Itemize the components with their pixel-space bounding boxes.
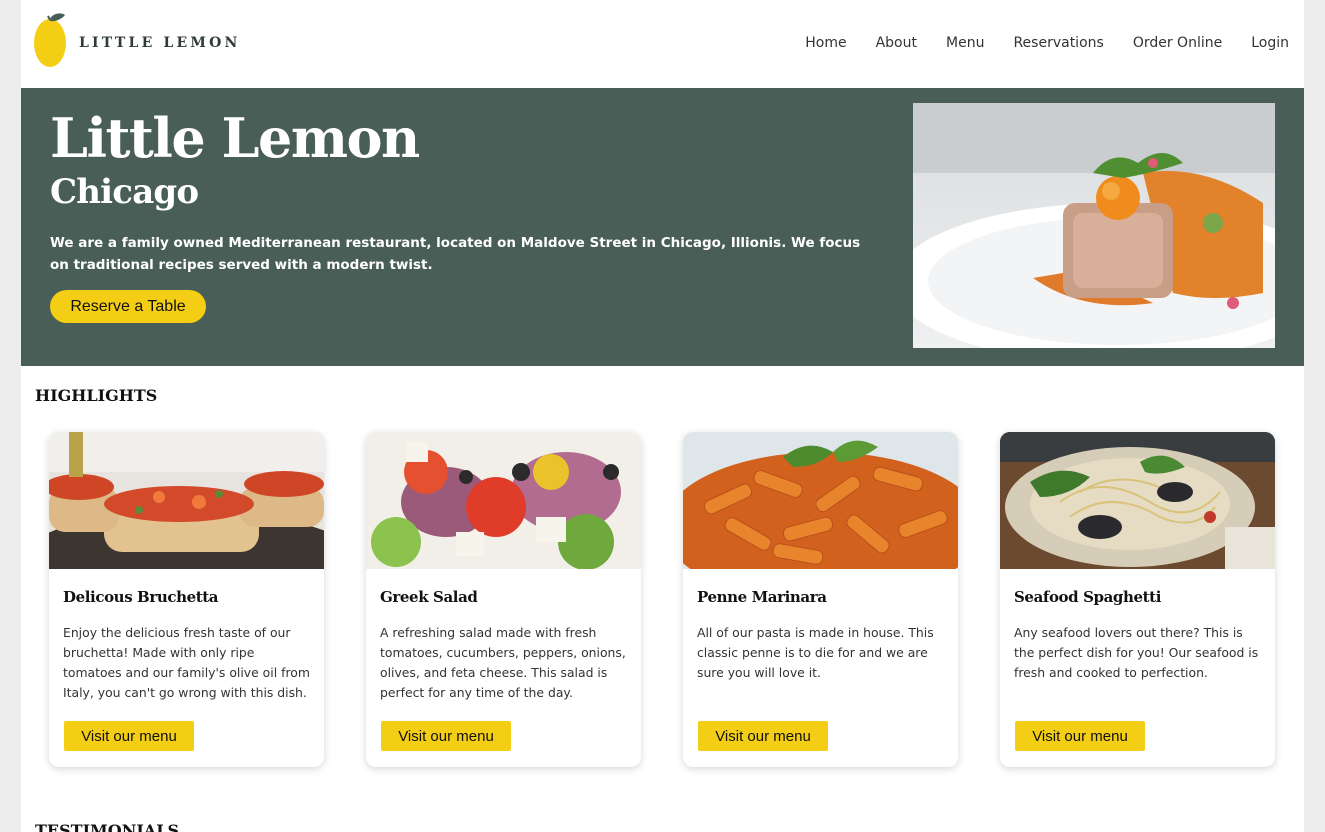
card-title: Penne Marinara <box>697 588 827 606</box>
card-description: A refreshing salad made with fresh tomat… <box>380 625 626 700</box>
hero-subtitle: Chicago <box>50 172 199 212</box>
bruschetta-image <box>49 432 324 569</box>
greek-salad-image <box>366 432 641 569</box>
card-description: All of our pasta is made in house. This … <box>697 625 934 680</box>
nav-reservations[interactable]: Reservations <box>1013 35 1103 51</box>
page: LITTLE LEMON Home About Menu Reservation… <box>21 0 1304 832</box>
card-title: Greek Salad <box>380 588 478 606</box>
lemon-icon <box>34 13 66 67</box>
visit-menu-button[interactable]: Visit our menu <box>64 721 194 751</box>
card-description: Any seafood lovers out there? This is th… <box>1014 625 1259 680</box>
highlights-cards: Delicous Bruchetta Enjoy the delicious f… <box>49 432 1304 767</box>
brand-name: LITTLE LEMON <box>79 35 241 51</box>
highlight-card: Delicous Bruchetta Enjoy the delicious f… <box>49 432 324 767</box>
seafood-spaghetti-image <box>1000 432 1275 569</box>
hero-section: Little Lemon Chicago We are a family own… <box>21 88 1304 366</box>
visit-menu-button[interactable]: Visit our menu <box>381 721 511 751</box>
highlights-title: HIGHLIGHTS <box>35 386 158 405</box>
nav-login[interactable]: Login <box>1251 35 1289 51</box>
nav-order-online[interactable]: Order Online <box>1133 35 1222 51</box>
visit-menu-button[interactable]: Visit our menu <box>698 721 828 751</box>
card-title: Delicous Bruchetta <box>63 588 219 606</box>
highlight-card: Seafood Spaghetti Any seafood lovers out… <box>1000 432 1275 767</box>
nav-home[interactable]: Home <box>805 35 846 51</box>
card-title: Seafood Spaghetti <box>1014 588 1162 606</box>
nav-menu[interactable]: Menu <box>946 35 984 51</box>
testimonials-title: TESTIMONIALS <box>35 821 180 832</box>
hero-description: We are a family owned Mediterranean rest… <box>50 235 861 273</box>
highlight-card: Penne Marinara All of our pasta is made … <box>683 432 958 767</box>
penne-marinara-image <box>683 432 958 569</box>
highlight-card: Greek Salad A refreshing salad made with… <box>366 432 641 767</box>
nav-about[interactable]: About <box>876 35 917 51</box>
brand-logo[interactable]: LITTLE LEMON <box>33 12 241 70</box>
hero-dish-image <box>913 103 1275 348</box>
site-header: LITTLE LEMON Home About Menu Reservation… <box>21 0 1304 88</box>
reserve-table-button[interactable]: Reserve a Table <box>50 290 206 323</box>
card-description: Enjoy the delicious fresh taste of our b… <box>63 625 310 700</box>
main-nav: Home About Menu Reservations Order Onlin… <box>776 35 1289 51</box>
visit-menu-button[interactable]: Visit our menu <box>1015 721 1145 751</box>
hero-title: Little Lemon <box>50 106 420 170</box>
